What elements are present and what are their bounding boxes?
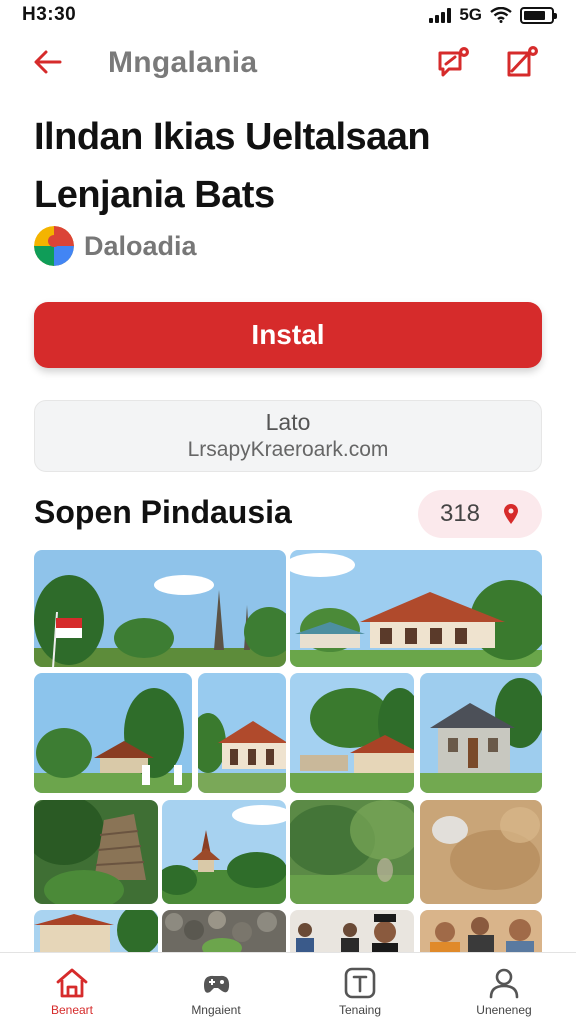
nav-label-profile: Uneneneg	[476, 1003, 532, 1017]
edit-icon	[507, 46, 538, 77]
photo-family-group	[420, 910, 542, 952]
back-arrow-icon	[34, 50, 62, 74]
wifi-icon	[490, 7, 512, 23]
nav-item-apps[interactable]: Tenaing	[288, 953, 432, 1024]
rating-pill[interactable]: 318	[418, 490, 542, 538]
gallery-photo[interactable]	[420, 673, 542, 793]
nav-label-home: Beneart	[50, 1003, 94, 1017]
share-button[interactable]	[434, 42, 474, 82]
gallery-photo[interactable]	[34, 673, 192, 793]
nav-item-home[interactable]: Beneart	[0, 953, 144, 1024]
share-icon	[438, 47, 469, 77]
photo-pagoda-garden	[162, 800, 286, 904]
bottom-nav: Beneart Mngaient Tenaing Uneneneg	[0, 952, 576, 1024]
profile-icon	[489, 968, 519, 999]
photo-red-roof-pavilion	[290, 550, 542, 667]
nav-label-apps: Tenaing	[338, 1003, 382, 1017]
nav-item-profile[interactable]: Uneneneg	[432, 953, 576, 1024]
gallery-photo[interactable]	[290, 673, 414, 793]
network-label: 5G	[459, 5, 482, 24]
nav-item-games[interactable]: Mngaient	[144, 953, 288, 1024]
app-title: Ilndan Ikias Ueltalsaan Lenjania Bats	[34, 108, 544, 224]
battery-icon	[520, 6, 557, 24]
gallery-photo[interactable]	[34, 800, 158, 904]
developer-name: Daloadia	[84, 230, 197, 261]
developer-logo-icon	[34, 226, 74, 266]
photo-tropical-monument	[34, 550, 286, 667]
gallery-photo[interactable]	[162, 800, 286, 904]
developer-row[interactable]: Daloadia	[34, 226, 197, 266]
gallery-photo[interactable]	[420, 910, 542, 952]
signal-icon	[429, 7, 452, 23]
location-pin-icon	[504, 504, 519, 524]
app-title-line-2: Lenjania Bats	[34, 174, 275, 216]
photo-wooden-hall	[290, 673, 414, 793]
games-icon	[204, 975, 230, 993]
header-title: Mngalania	[108, 46, 258, 79]
photo-school-building	[198, 673, 286, 793]
edit-button[interactable]	[502, 42, 542, 82]
status-bar: H3:30 5G	[0, 0, 576, 30]
gallery-photo[interactable]	[290, 910, 414, 952]
gallery-photo[interactable]	[34, 550, 286, 667]
back-button[interactable]	[30, 44, 66, 80]
nav-label-games: Mngaient	[191, 1003, 241, 1017]
status-time: H3:30	[22, 4, 77, 25]
photo-people-portraits	[290, 910, 414, 952]
photo-stones-plant	[162, 910, 286, 952]
home-icon	[56, 968, 88, 998]
gallery-photo[interactable]	[34, 910, 158, 952]
gallery-photo[interactable]	[420, 800, 542, 904]
app-title-line-1: Ilndan Ikias Ueltalsaan	[34, 116, 431, 158]
top-bar: Mngalania	[0, 36, 576, 88]
info-box[interactable]: Lato LrsapyKraeroark.com	[34, 400, 542, 472]
gallery-photo[interactable]	[290, 550, 542, 667]
photo-blurred-greenery	[290, 800, 414, 904]
info-label: Lato	[265, 409, 311, 435]
gallery-photo[interactable]	[198, 673, 286, 793]
rating-count: 318	[439, 500, 481, 527]
photo-house-trees	[34, 910, 158, 952]
status-icons: 5G	[429, 5, 557, 25]
section-title: Sopen Pindausia	[34, 494, 292, 530]
install-button[interactable]: Instal	[34, 302, 542, 368]
photo-stone-temple	[34, 800, 158, 904]
photo-gray-house	[420, 673, 542, 793]
apps-icon	[344, 967, 376, 999]
photo-blurred-wood	[420, 800, 542, 904]
photo-village-hut	[34, 673, 192, 793]
info-url: LrsapyKraeroark.com	[187, 438, 389, 461]
gallery-photo[interactable]	[290, 800, 414, 904]
gallery-photo[interactable]	[162, 910, 286, 952]
